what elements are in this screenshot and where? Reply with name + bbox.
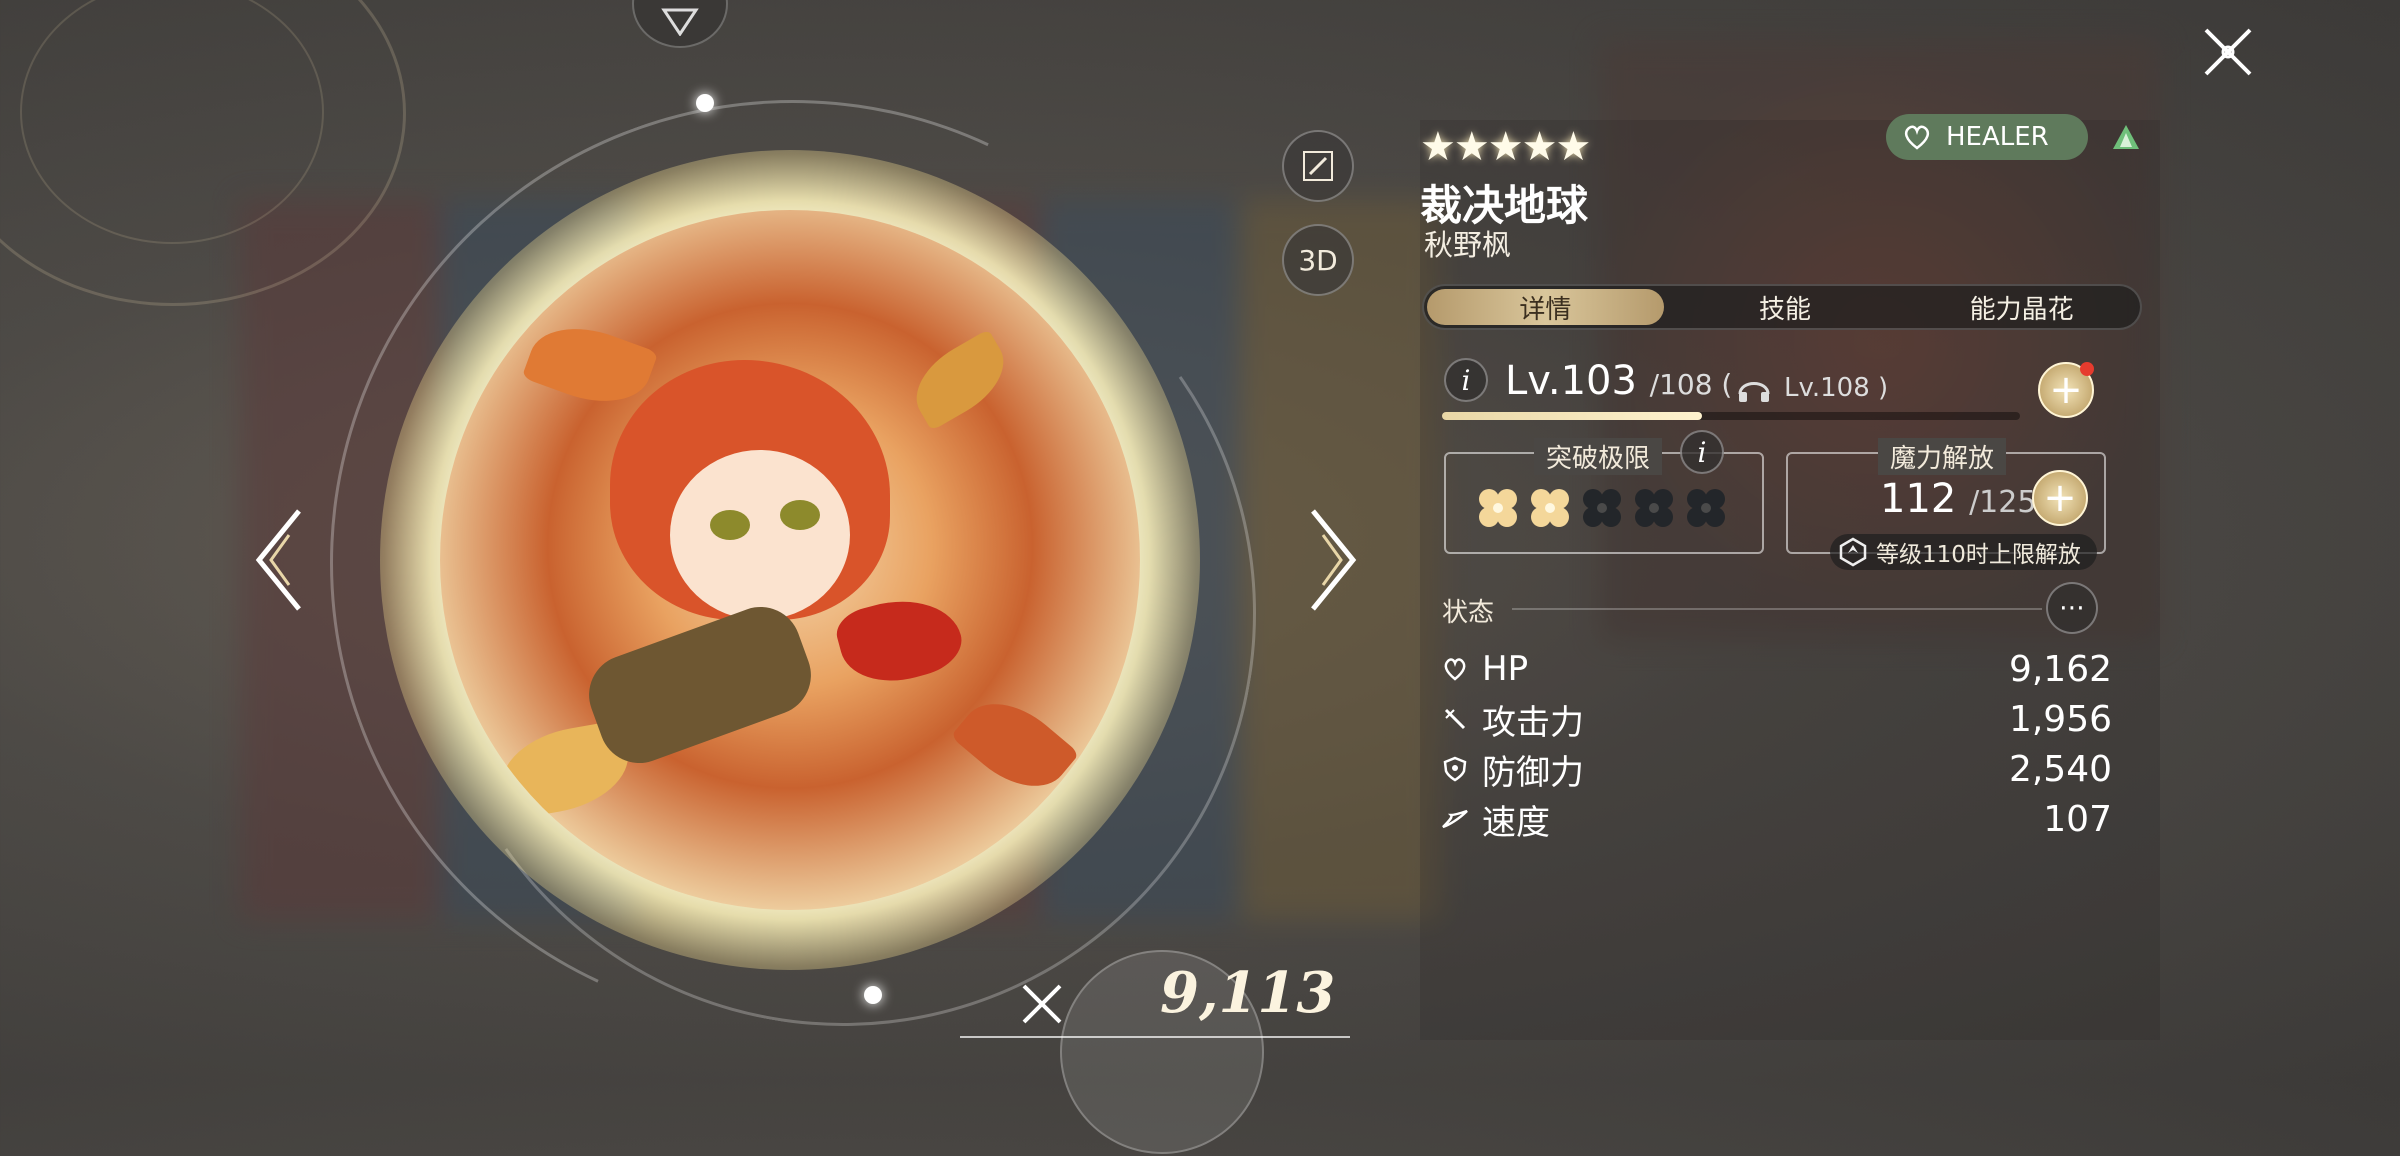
leaf-decoration	[901, 329, 1019, 431]
status-divider	[1512, 608, 2042, 610]
close-button[interactable]	[2192, 16, 2264, 88]
limit-break-empty-icon	[1578, 484, 1626, 532]
limit-break-title: 突破极限	[1534, 438, 1663, 475]
mana-current: 112	[1880, 476, 1957, 522]
rarity-stars: ★★★★★	[1420, 124, 1591, 170]
character-name: 秋野枫	[1424, 228, 1512, 262]
next-character-button[interactable]	[1298, 500, 1368, 620]
previous-character-button[interactable]	[244, 500, 314, 620]
tab-ability-crystal[interactable]: 能力晶花	[1903, 286, 2140, 328]
details-panel	[1420, 120, 2160, 1040]
expand-button[interactable]	[1282, 130, 1354, 202]
level-display: Lv.103 /108 (	[1505, 358, 1732, 404]
limit-break-filled-icon	[1526, 484, 1574, 532]
level-progress-bar	[1442, 412, 2020, 420]
power-value: 9,113	[1160, 960, 1336, 1026]
limit-break-icons	[1474, 484, 1730, 532]
stat-value: 2,540	[2008, 748, 2112, 790]
chevron-left-icon	[255, 509, 301, 611]
stat-row-hp: HP 9,162	[1440, 646, 2112, 692]
mana-max: /125	[1969, 485, 2037, 520]
sword-icon	[1444, 708, 1466, 730]
stat-label: 防御力	[1482, 752, 1584, 793]
gem-button[interactable]	[632, 0, 728, 48]
level-hex-icon	[1839, 537, 1867, 567]
character-bow	[831, 585, 969, 695]
character-portrait[interactable]	[440, 210, 1140, 910]
headphones-icon	[1738, 382, 1770, 402]
healer-icon	[1904, 125, 1930, 150]
level-cap-text: Lv.108 )	[1784, 373, 1889, 403]
close-icon	[2204, 28, 2252, 76]
orbit-dot-top	[696, 94, 714, 112]
role-label: HEALER	[1946, 122, 2049, 152]
status-title: 状态	[1442, 598, 1495, 628]
level-max: /108 (	[1649, 368, 1733, 401]
role-badge: HEALER	[1886, 114, 2088, 160]
mana-release-note: 等级110时上限解放	[1830, 534, 2097, 570]
character-arm	[577, 595, 823, 775]
level-current: 103	[1560, 358, 1637, 404]
stat-label: HP	[1482, 649, 1529, 689]
stat-value: 1,956	[2008, 698, 2112, 740]
stat-row-defense: 防御力 2,540	[1440, 746, 2112, 793]
stat-label: 攻击力	[1482, 702, 1584, 743]
mana-release-value: 112 /125	[1880, 476, 2036, 522]
gem-icon	[661, 8, 699, 36]
character-eye	[710, 510, 750, 540]
mana-release-title: 魔力解放	[1878, 438, 2007, 475]
limit-break-empty-icon	[1630, 484, 1678, 532]
stat-value: 9,162	[2008, 648, 2112, 690]
expand-icon	[1303, 151, 1333, 181]
mana-release-button[interactable]: +	[2032, 470, 2088, 526]
detail-tabs: 详情 技能 能力晶花	[1422, 284, 2142, 330]
limit-break-empty-icon	[1682, 484, 1730, 532]
level-info-button[interactable]: i	[1444, 358, 1488, 402]
wind-element-icon	[2106, 118, 2146, 158]
stat-value: 107	[2043, 798, 2112, 840]
mana-release-note-text: 等级110时上限解放	[1876, 542, 2081, 568]
character-face	[670, 450, 850, 620]
more-options-button[interactable]: ⋯	[2046, 582, 2098, 634]
stat-row-attack: 攻击力 1,956	[1440, 696, 2112, 743]
heart-icon	[1444, 658, 1466, 681]
limit-break-info-button[interactable]: i	[1680, 430, 1724, 474]
shield-icon	[1443, 756, 1467, 782]
level-prefix: Lv.	[1505, 358, 1561, 404]
3d-view-button[interactable]: 3D	[1282, 224, 1354, 296]
notification-dot	[2080, 362, 2094, 376]
power-divider	[960, 1036, 1350, 1038]
tab-details[interactable]: 详情	[1427, 289, 1664, 325]
tab-skills[interactable]: 技能	[1667, 286, 1904, 328]
level-progress-fill	[1442, 412, 1703, 420]
character-eye	[780, 500, 820, 530]
leaf-decoration	[521, 311, 659, 419]
limit-break-filled-icon	[1474, 484, 1522, 532]
orbit-dot-bottom	[864, 986, 882, 1004]
level-cap: Lv.108 )	[1736, 372, 1888, 404]
chevron-right-icon	[1311, 509, 1357, 611]
stat-row-speed: 速度 107	[1440, 796, 2112, 843]
stat-label: 速度	[1482, 802, 1550, 843]
wing-icon	[1442, 809, 1468, 829]
crossed-swords-icon	[1018, 980, 1066, 1032]
